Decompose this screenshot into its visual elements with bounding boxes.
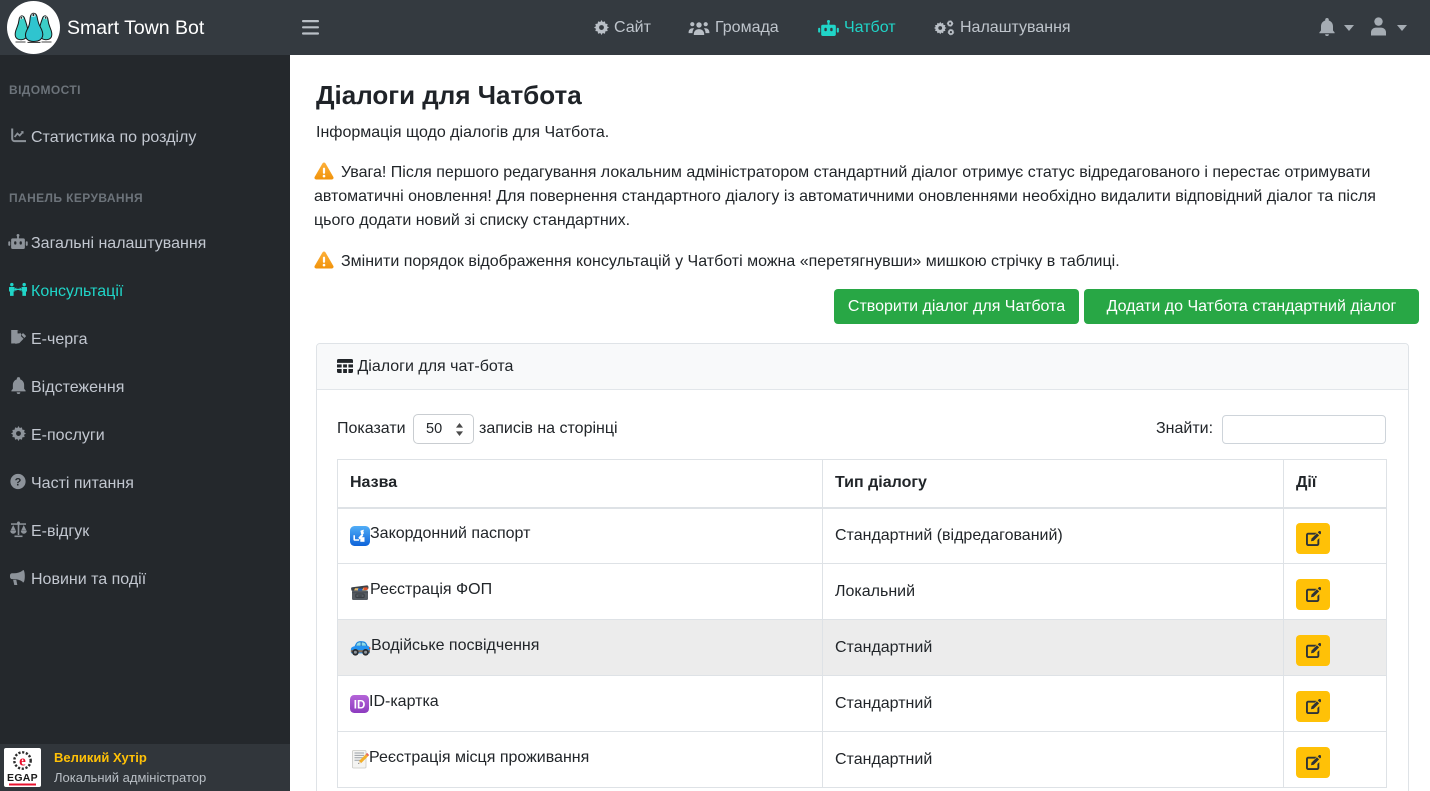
svg-text:?: ? bbox=[15, 476, 22, 488]
svg-text:e: e bbox=[19, 754, 26, 770]
svg-text:ID: ID bbox=[354, 700, 366, 712]
svg-text:EGAP: EGAP bbox=[7, 772, 38, 784]
